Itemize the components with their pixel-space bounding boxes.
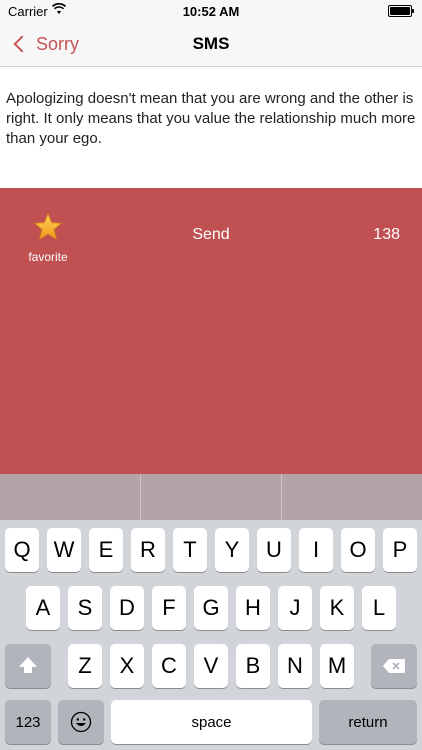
message-area: Apologizing doesn't mean that you are wr… [0, 67, 422, 188]
shift-icon [19, 657, 37, 673]
character-count: 138 [373, 226, 400, 243]
send-button[interactable]: Send [170, 226, 252, 244]
battery-icon [388, 5, 414, 17]
keyboard: Q W E R T Y U I O P A S D F G H J K L Z … [0, 474, 422, 750]
prediction-divider [140, 474, 141, 520]
favorite-label: favorite [28, 250, 68, 264]
delete-key[interactable] [371, 644, 417, 688]
key-s[interactable]: S [68, 586, 102, 630]
chevron-left-icon [13, 35, 31, 53]
return-key[interactable]: return [319, 700, 417, 744]
back-button[interactable]: Sorry [10, 22, 79, 66]
action-panel: favorite Send 138 [0, 188, 422, 474]
key-l[interactable]: L [362, 586, 396, 630]
favorite-button[interactable]: favorite [20, 212, 76, 264]
key-x[interactable]: X [110, 644, 144, 688]
back-button-label: Sorry [36, 33, 80, 54]
clock: 10:52 AM [182, 4, 240, 19]
key-n[interactable]: N [278, 644, 312, 688]
status-bar: Carrier 10:52 AM [0, 0, 422, 22]
key-v[interactable]: V [194, 644, 228, 688]
key-k[interactable]: K [320, 586, 354, 630]
key-i[interactable]: I [299, 528, 333, 572]
delete-icon [383, 659, 405, 673]
key-b[interactable]: B [236, 644, 270, 688]
shift-key[interactable] [5, 644, 51, 688]
emoji-key[interactable] [58, 700, 104, 744]
key-e[interactable]: E [89, 528, 123, 572]
key-j[interactable]: J [278, 586, 312, 630]
key-f[interactable]: F [152, 586, 186, 630]
key-a[interactable]: A [26, 586, 60, 630]
key-w[interactable]: W [47, 528, 81, 572]
key-p[interactable]: P [383, 528, 417, 572]
prediction-divider [281, 474, 282, 520]
key-o[interactable]: O [341, 528, 375, 572]
key-g[interactable]: G [194, 586, 228, 630]
key-q[interactable]: Q [5, 528, 39, 572]
key-t[interactable]: T [173, 528, 207, 572]
key-m[interactable]: M [320, 644, 354, 688]
numbers-key[interactable]: 123 [5, 700, 51, 744]
star-icon [33, 212, 63, 240]
navigation-bar: Sorry SMS [0, 22, 422, 67]
prediction-bar [0, 474, 422, 520]
space-key[interactable]: space [111, 700, 312, 744]
message-text[interactable]: Apologizing doesn't mean that you are wr… [0, 67, 422, 149]
key-r[interactable]: R [131, 528, 165, 572]
key-c[interactable]: C [152, 644, 186, 688]
key-y[interactable]: Y [215, 528, 249, 572]
emoji-icon [70, 711, 92, 733]
key-z[interactable]: Z [68, 644, 102, 688]
key-h[interactable]: H [236, 586, 270, 630]
key-u[interactable]: U [257, 528, 291, 572]
key-d[interactable]: D [110, 586, 144, 630]
